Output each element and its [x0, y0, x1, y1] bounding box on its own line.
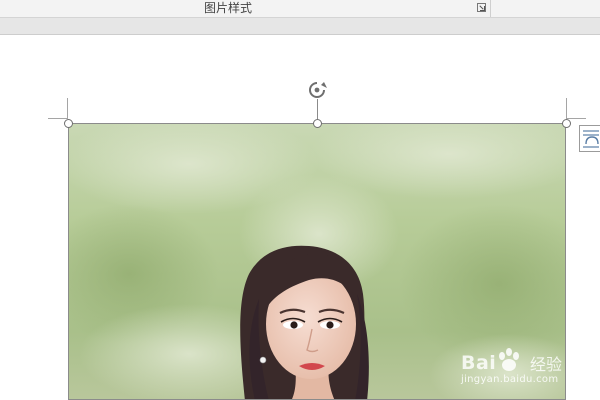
rotate-handle-stem	[317, 99, 318, 119]
resize-handle-top-center[interactable]	[313, 119, 322, 128]
resize-handle-top-right[interactable]	[562, 119, 571, 128]
baidu-jingyan-watermark: Bai 经验 jingyan.baidu.com	[458, 332, 600, 388]
ribbon-group-bar: 图片样式	[0, 0, 600, 18]
dialog-launcher-icon[interactable]	[477, 3, 486, 12]
watermark-brand: Bai	[461, 348, 522, 374]
margin-mark	[67, 98, 68, 119]
paw-logo-icon	[496, 348, 522, 374]
watermark-jingyan-text: 经验	[530, 355, 563, 374]
layout-options-icon[interactable]	[579, 125, 600, 152]
picture-styles-group-label: 图片样式	[203, 1, 252, 15]
margin-mark	[566, 98, 567, 119]
watermark-url: jingyan.baidu.com	[461, 374, 559, 385]
group-separator	[490, 0, 491, 17]
resize-handle-top-left[interactable]	[64, 119, 73, 128]
ruler-strip	[0, 18, 600, 35]
rotate-handle-icon[interactable]	[306, 79, 330, 101]
watermark-brand-text: Bai	[461, 352, 497, 374]
